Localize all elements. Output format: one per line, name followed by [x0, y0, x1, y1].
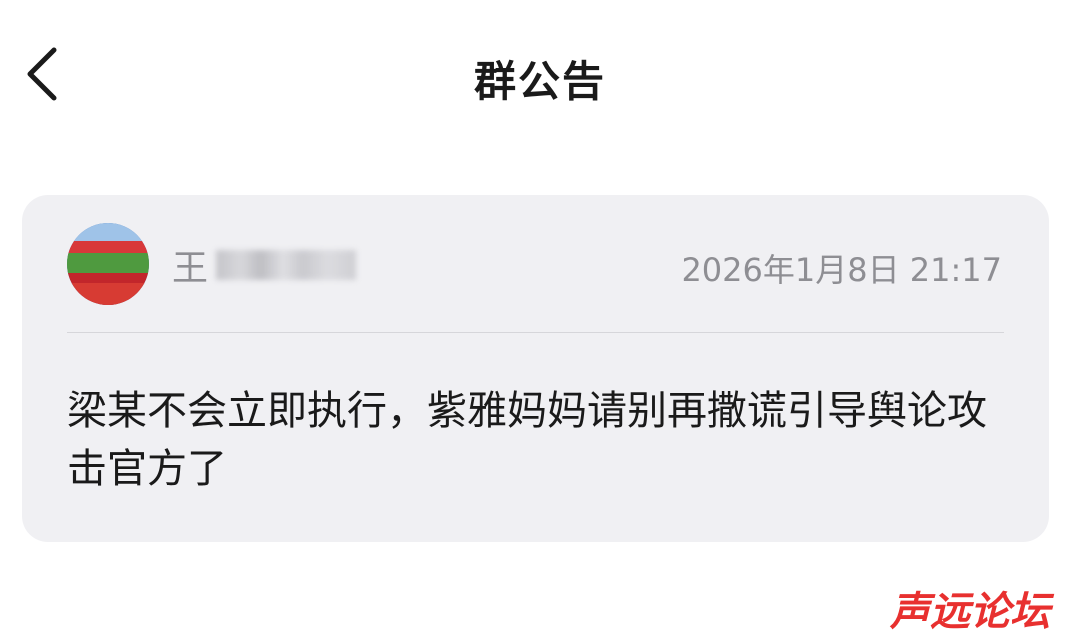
author-name-text: 王: [172, 248, 209, 289]
navigation-bar: 群公告: [0, 0, 1080, 150]
author-name: 王: [172, 239, 357, 291]
page-title: 群公告: [473, 57, 606, 106]
avatar[interactable]: [67, 223, 149, 305]
announcement-card: 王 2026年1月8日 21:17 梁某不会立即执行，紫雅妈妈请别再撒谎引导舆论…: [22, 195, 1049, 542]
announcement-content: 梁某不会立即执行，紫雅妈妈请别再撒谎引导舆论攻击官方了: [67, 388, 987, 492]
redacted-name: [216, 250, 357, 280]
svg-text:声远论坛: 声远论坛: [889, 589, 1055, 633]
divider: [67, 332, 1004, 333]
announcement-timestamp: 2026年1月8日 21:17: [681, 251, 1002, 289]
watermark-logo: 声远论坛: [870, 587, 1070, 635]
